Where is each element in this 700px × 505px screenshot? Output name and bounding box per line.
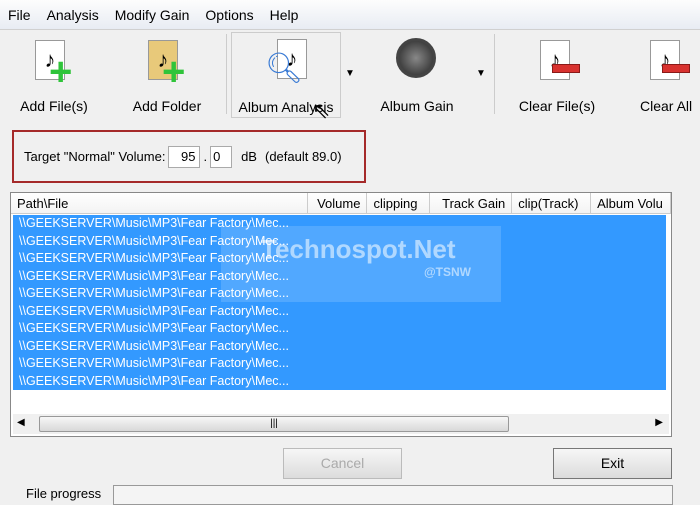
clear-all-button[interactable]: ♪ Clear All [634,32,700,118]
clear-files-label: Clear File(s) [518,98,596,114]
add-folder-icon: ♪ + [142,36,192,92]
column-volume[interactable]: Volume [308,193,368,213]
default-value-label: (default 89.0) [264,149,342,164]
album-gain-label: Album Gain [380,98,454,114]
toolbar-separator [226,34,227,114]
unit-label: dB [241,149,257,164]
file-list[interactable]: Path\File Volume clipping Track Gain cli… [10,192,672,437]
list-item[interactable]: \\GEEKSERVER\Music\MP3\Fear Factory\Mec.… [13,302,666,320]
menu-file[interactable]: File [8,7,31,23]
menu-help[interactable]: Help [270,7,299,23]
column-clip-track[interactable]: clip(Track) [512,193,592,213]
cancel-button[interactable]: Cancel [283,448,402,479]
album-analysis-dropdown-icon[interactable]: ▼ [345,68,355,79]
scroll-left-icon[interactable]: ◀ [17,417,25,428]
menu-modify-gain[interactable]: Modify Gain [115,7,190,23]
column-path-file[interactable]: Path\File [11,193,308,213]
clear-file-icon: ♪ [532,36,582,92]
menu-bar: File Analysis Modify Gain Options Help [0,0,700,30]
list-header: Path\File Volume clipping Track Gain cli… [11,193,671,214]
album-gain-dropdown-icon[interactable]: ▼ [476,68,486,79]
list-item[interactable]: \\GEEKSERVER\Music\MP3\Fear Factory\Mec.… [13,320,666,338]
target-volume-group: Target "Normal" Volume: . dB (default 89… [12,130,366,183]
target-volume-decimal-input[interactable] [210,145,233,168]
album-gain-button[interactable]: Album Gain [372,32,462,118]
scroll-right-icon[interactable]: ▶ [655,417,663,428]
clear-all-label: Clear All [640,98,693,114]
toolbar-separator [494,34,495,114]
list-item[interactable]: \\GEEKSERVER\Music\MP3\Fear Factory\Mec.… [13,372,666,390]
add-folder-button[interactable]: ♪ + Add Folder [124,32,210,118]
clear-files-button[interactable]: ♪ Clear File(s) [512,32,602,118]
target-volume-integer-input[interactable] [168,145,201,168]
horizontal-scrollbar[interactable]: ◀ ||| ▶ [13,414,669,434]
column-album-volume[interactable]: Album Volu [591,193,671,213]
add-files-button[interactable]: ♪ + Add File(s) [14,32,94,118]
menu-analysis[interactable]: Analysis [47,7,99,23]
scrollbar-thumb[interactable]: ||| [39,416,509,432]
gain-knob-icon [392,36,442,92]
file-progress-bar [113,485,673,505]
list-item[interactable]: \\GEEKSERVER\Music\MP3\Fear Factory\Mec.… [13,337,666,355]
exit-button[interactable]: Exit [553,448,672,479]
menu-options[interactable]: Options [205,7,253,23]
decimal-point: . [203,149,208,164]
column-clipping[interactable]: clipping [367,193,431,213]
target-volume-label: Target "Normal" Volume: [24,149,166,164]
magnifier-icon: ♪ 🔍︎ [261,37,311,93]
column-track-gain[interactable]: Track Gain [430,193,513,213]
watermark-logo: Technospot.Net @TSNW [221,226,501,302]
add-folder-label: Add Folder [132,98,202,114]
list-item[interactable]: \\GEEKSERVER\Music\MP3\Fear Factory\Mec.… [13,355,666,373]
clear-all-icon: ♪ [644,36,694,92]
mouse-cursor-icon: ⇖ [312,98,331,123]
file-progress-label: File progress [26,486,102,501]
add-file-icon: ♪ + [29,36,79,92]
add-files-label: Add File(s) [20,98,88,114]
